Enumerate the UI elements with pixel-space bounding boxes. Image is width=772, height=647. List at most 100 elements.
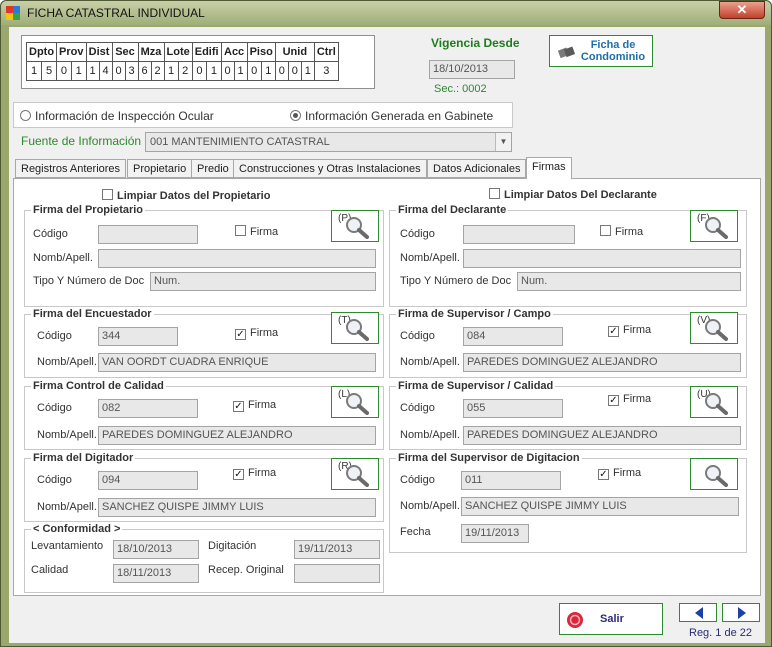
code-digit: 6 [137,61,152,81]
checkbox-unchecked-icon [235,225,246,236]
encuestador-nombre-field[interactable]: VAN OORDT CUADRA ENRIQUE [98,353,376,372]
sup-campo-search-button[interactable]: (V) [690,312,738,344]
salir-button[interactable]: Salir [559,603,663,635]
condominio-button[interactable]: Ficha de Condominio [549,35,653,67]
tab-firmas[interactable]: Firmas [526,157,572,179]
digitador-codigo-field[interactable]: 094 [98,471,198,490]
prev-record-button[interactable] [679,603,717,622]
group-title: Firma del Digitador [31,452,136,464]
code-digit: 0 [246,61,262,81]
control-calidad-codigo-field[interactable]: 082 [98,399,198,418]
chevron-down-icon[interactable]: ▼ [495,133,511,151]
group-title: Firma del Supervisor de Digitacion [396,452,582,464]
magnifier-icon [705,465,728,487]
control-calidad-search-button[interactable]: (L) [331,386,379,418]
radio-checked-icon [290,110,301,121]
checkbox-checked-icon: ✓ [233,401,244,412]
limpiar-declarante-label: Limpiar Datos Del Declarante [504,189,657,201]
magnifier-icon [346,217,369,239]
encuestador-search-button[interactable]: (T) [331,312,379,344]
declarante-nombre-field[interactable] [463,249,741,268]
code-header-dist: Dist [85,42,113,62]
limpiar-declarante-checkbox[interactable]: Limpiar Datos Del Declarante [489,188,657,201]
declarante-search-button[interactable]: (F) [690,210,738,242]
sup-campo-nombre-field[interactable]: PAREDES DOMINGUEZ ALEJANDRO [463,353,741,372]
digitador-nombre-field[interactable]: SANCHEZ QUISPE JIMMY LUIS [98,498,376,517]
digitador-search-button[interactable]: (R) [331,458,379,490]
nombapell-label: Nomb/Apell. [37,429,97,441]
sup-digitacion-firma-checkbox[interactable]: ✓ Firma [598,467,641,480]
encuestador-codigo-field[interactable]: 344 [98,327,178,346]
code-digit: 0 [220,61,235,81]
info-source-radio-group: Información de Inspección Ocular Informa… [13,102,513,128]
app-icon [6,6,20,20]
sup-digitacion-search-button[interactable] [690,458,738,490]
propietario-codigo-field[interactable] [98,225,198,244]
levantamiento-field[interactable]: 18/10/2013 [113,540,199,559]
sup-campo-firma-checkbox[interactable]: ✓ Firma [608,324,651,337]
code-header-row: Dpto Prov Dist Sec Mza Lote Edifi Acc Piso Unid Ct… [25,42,339,62]
tab-predio[interactable]: Predio [191,159,235,178]
tab-construcciones[interactable]: Construcciones y Otras Instalaciones [233,159,427,178]
magnifier-icon [705,217,728,239]
tab-propietario[interactable]: Propietario [127,159,193,178]
next-record-button[interactable] [722,603,760,622]
group-title: Firma del Encuestador [31,308,154,320]
code-digit: 1 [206,61,222,81]
checkbox-checked-icon: ✓ [608,326,619,337]
firma-label: Firma [248,467,277,479]
code-header-dpto: Dpto [25,42,58,62]
encuestador-firma-checkbox[interactable]: ✓ Firma [235,327,278,340]
sup-digitacion-fecha-field[interactable]: 19/11/2013 [461,524,529,543]
group-title: Firma de Supervisor / Calidad [396,380,556,392]
digitacion-field[interactable]: 19/11/2013 [294,540,380,559]
recep-original-field[interactable] [294,564,380,583]
codigo-label: Código [37,330,72,342]
nombapell-label: Nomb/Apell. [400,356,460,368]
sup-calidad-codigo-field[interactable]: 055 [463,399,563,418]
propietario-nombre-field[interactable] [98,249,376,268]
record-counter: Reg. 1 de 22 [689,627,752,639]
fuente-combo[interactable]: 001 MANTENIMIENTO CATASTRAL ▼ [145,132,512,152]
exit-icon [567,612,583,628]
code-digit: 0 [191,61,208,81]
sup-calidad-firma-checkbox[interactable]: ✓ Firma [608,393,651,406]
propietario-firma-checkbox[interactable]: Firma [235,225,278,238]
checkbox-unchecked-icon [600,225,611,236]
radio-gabinete[interactable]: Información Generada en Gabinete [290,109,493,123]
firma-label: Firma [250,226,279,238]
code-header-ctrl: Ctrl [313,42,339,62]
control-calidad-firma-checkbox[interactable]: ✓ Firma [233,399,276,412]
code-digit: 1 [25,61,43,81]
declarante-firma-checkbox[interactable]: Firma [600,225,643,238]
propietario-doc-field[interactable]: Num. [150,272,376,291]
calidad-field[interactable]: 18/11/2013 [113,564,199,583]
sup-campo-codigo-field[interactable]: 084 [463,327,563,346]
propietario-search-button[interactable]: (P) [331,210,379,242]
code-header-edifi: Edifi [191,42,222,62]
control-calidad-nombre-field[interactable]: PAREDES DOMINGUEZ ALEJANDRO [98,426,376,445]
code-digit: 1 [260,61,276,81]
code-digit: 0 [274,61,289,81]
sup-calidad-search-button[interactable]: (U) [690,386,738,418]
checkbox-unchecked-icon [489,188,500,199]
magnifier-icon [346,393,369,415]
radio-gabinete-label: Información Generada en Gabinete [305,109,494,123]
limpiar-propietario-checkbox[interactable]: Limpiar Datos del Propietario [102,189,270,202]
tab-registros-anteriores[interactable]: Registros Anteriores [15,159,127,178]
magnifier-icon [705,319,728,341]
declarante-codigo-field[interactable] [463,225,575,244]
sup-digitacion-codigo-field[interactable]: 011 [461,471,561,490]
digitador-firma-checkbox[interactable]: ✓ Firma [233,467,276,480]
declarante-doc-field[interactable]: Num. [517,272,741,291]
vigencia-date-field[interactable]: 18/10/2013 [429,60,515,79]
group-firma-supervisor-calidad: Firma de Supervisor / Calidad Código 055… [389,380,747,450]
close-button[interactable]: ✕ [719,1,765,19]
radio-inspeccion[interactable]: Información de Inspección Ocular [20,109,214,123]
title-bar: FICHA CATASTRAL INDIVIDUAL ✕ [1,1,771,25]
form-client: Dpto Prov Dist Sec Mza Lote Edifi Acc Piso Unid Ct… [9,27,765,643]
sup-calidad-nombre-field[interactable]: PAREDES DOMINGUEZ ALEJANDRO [463,426,741,445]
sup-digitacion-nombre-field[interactable]: SANCHEZ QUISPE JIMMY LUIS [461,497,739,516]
tab-datos-adicionales[interactable]: Datos Adicionales [427,159,527,178]
nombapell-label: Nomb/Apell. [33,252,93,264]
